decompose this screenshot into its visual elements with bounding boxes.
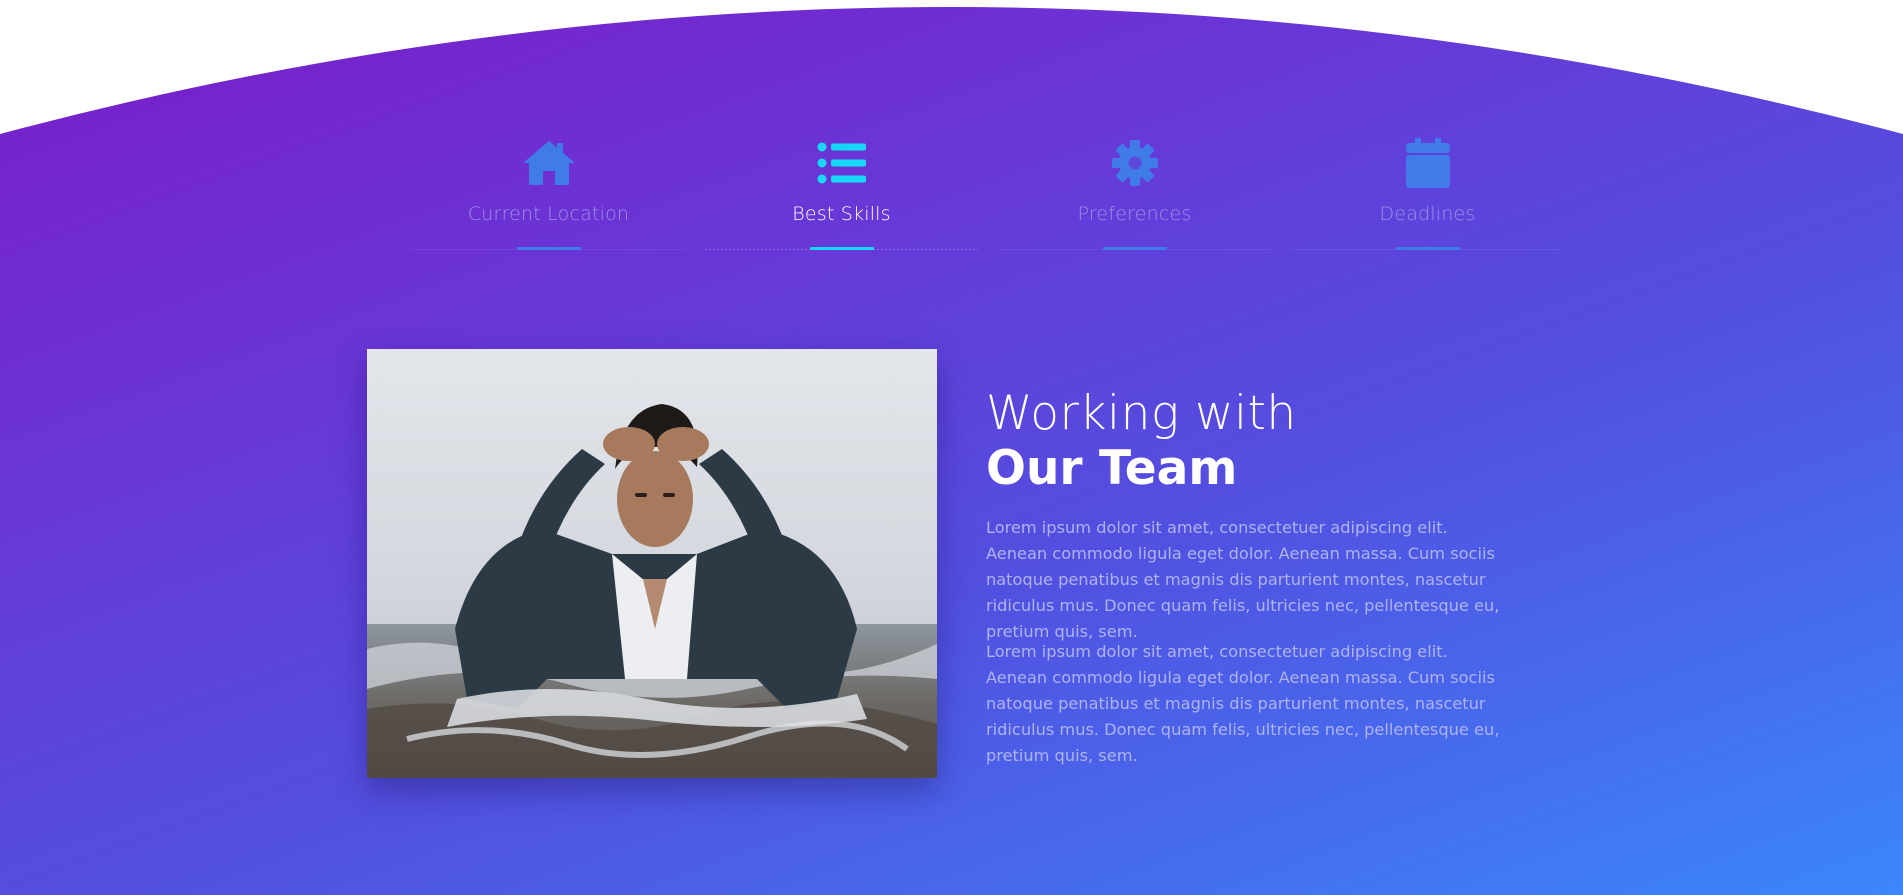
tab-label: Deadlines [1379, 203, 1476, 225]
body-paragraph: Lorem ipsum dolor sit amet, consectetuer… [986, 518, 1500, 641]
section-heading: Working with Our Team [986, 386, 1546, 496]
tab-indicator [809, 247, 874, 250]
tab-preferences[interactable]: Preferences [988, 135, 1281, 255]
tab-indicator [1102, 247, 1167, 250]
top-curve [0, 0, 1903, 134]
tab-best-skills[interactable]: Best Skills [695, 135, 988, 255]
gear-icon [1107, 135, 1163, 191]
home-icon [521, 135, 577, 191]
tab-current-location[interactable]: Current Location [402, 135, 695, 255]
heading-bold: Our Team [986, 441, 1238, 496]
list-icon [814, 135, 870, 191]
tab-label: Preferences [1077, 203, 1192, 225]
team-photo [367, 349, 937, 778]
tab-indicator [516, 247, 581, 250]
tab-indicator [1395, 247, 1460, 250]
tab-label: Current Location [467, 203, 630, 225]
heading-light: Working with [986, 386, 1297, 441]
tab-bar: Current Location Best Skills Preferences… [402, 135, 1574, 255]
tab-deadlines[interactable]: Deadlines [1281, 135, 1574, 255]
calendar-icon [1400, 135, 1456, 191]
feature-section: Current Location Best Skills Preferences… [0, 0, 1903, 895]
body-paragraph: Lorem ipsum dolor sit amet, consectetuer… [986, 642, 1500, 765]
tab-label: Best Skills [792, 203, 891, 225]
